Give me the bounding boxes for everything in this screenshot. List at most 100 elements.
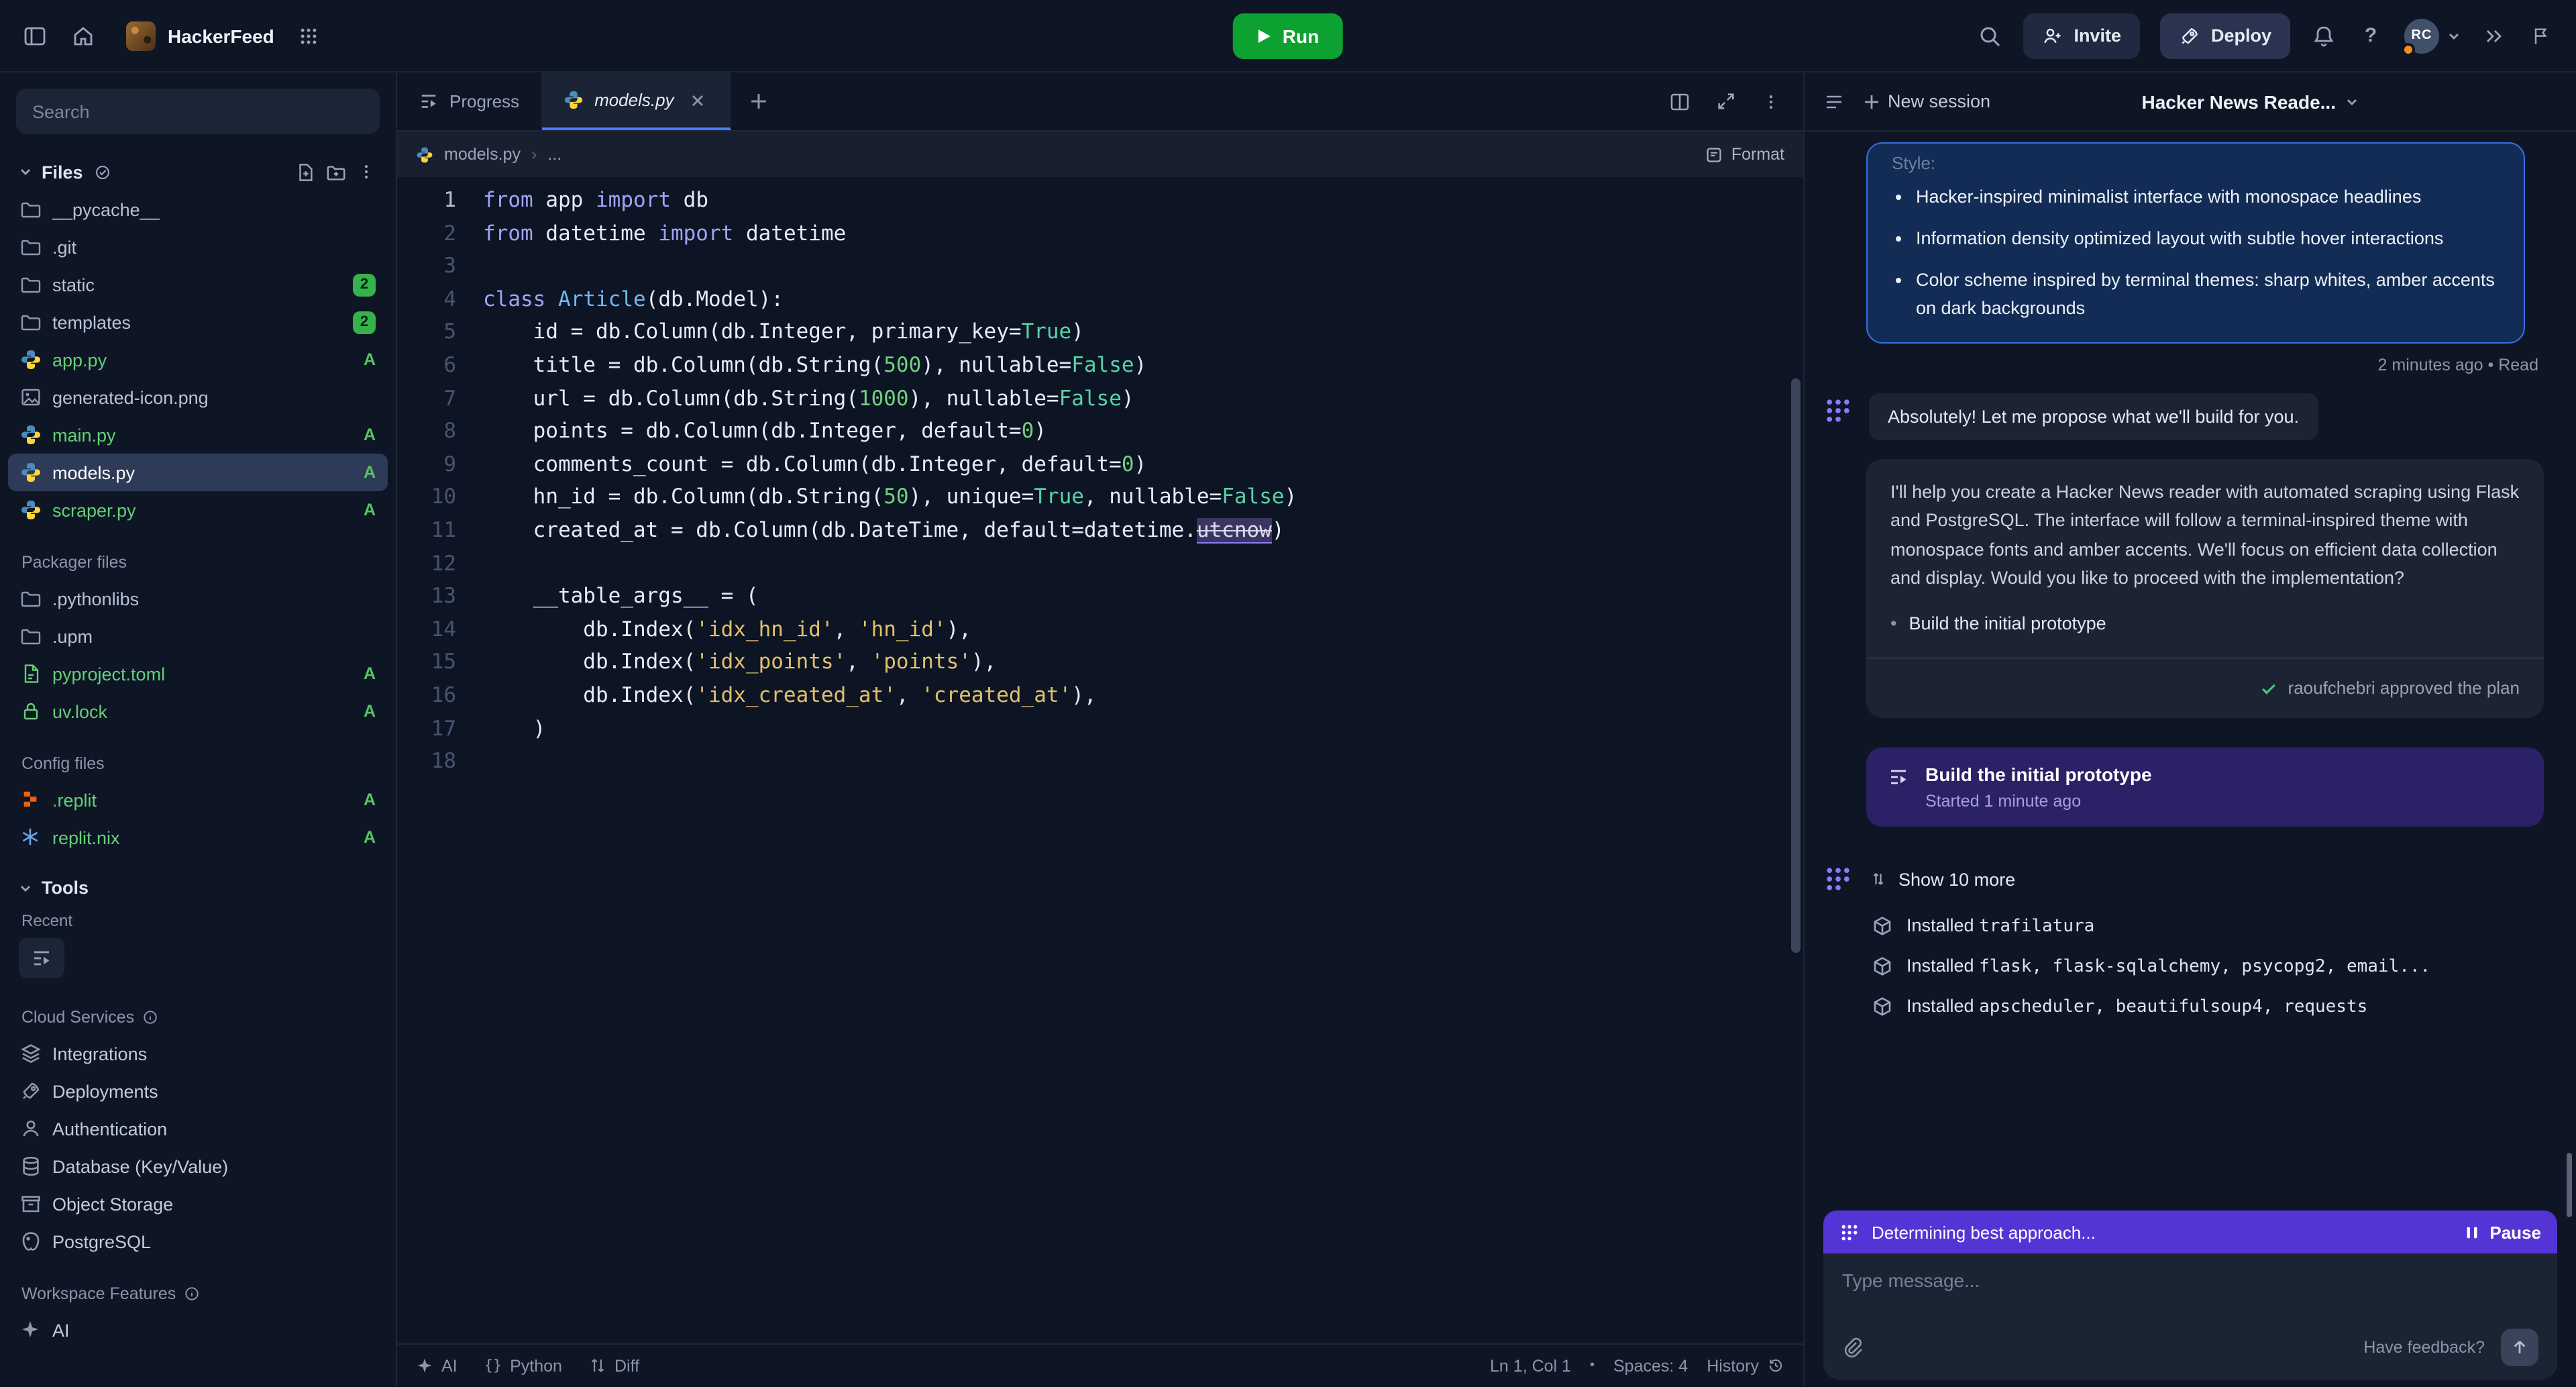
history-icon <box>1767 1357 1784 1374</box>
help-icon[interactable]: ? <box>2357 22 2384 49</box>
agent-header: New session Hacker News Reade... <box>1805 72 2576 132</box>
recent-progress-tool[interactable] <box>19 938 64 978</box>
home-icon[interactable] <box>70 22 97 49</box>
chat-scrollbar[interactable] <box>2567 1153 2572 1217</box>
cursor-position[interactable]: Ln 1, Col 1 <box>1490 1356 1571 1375</box>
project-switcher[interactable]: HackerFeed <box>126 21 274 50</box>
editor-kebab-icon[interactable] <box>1760 91 1782 112</box>
file-row[interactable]: models.py A <box>8 454 388 491</box>
file-row[interactable]: templates 2 <box>8 303 388 341</box>
rocket-icon <box>2179 25 2200 46</box>
project-name: HackerFeed <box>168 25 274 46</box>
chevron-down-icon[interactable] <box>19 165 32 178</box>
config-files-header: Config files <box>0 730 396 781</box>
attachment-icon[interactable] <box>1842 1337 1864 1358</box>
chevrons-right-icon[interactable] <box>2481 22 2508 49</box>
file-row[interactable]: scraper.py A <box>8 491 388 529</box>
history-button[interactable]: History <box>1707 1356 1784 1375</box>
sidebar-tool-item[interactable]: AI <box>8 1311 388 1349</box>
package-icon <box>1872 956 1893 978</box>
recent-label: Recent <box>0 903 396 935</box>
sidebar-tool-item[interactable]: Deployments <box>8 1072 388 1110</box>
apps-grid-icon[interactable] <box>296 22 323 49</box>
breadcrumb-file[interactable]: models.py <box>444 145 521 164</box>
file-row[interactable]: uv.lock A <box>8 692 388 730</box>
new-folder-icon[interactable] <box>325 161 346 183</box>
task-card[interactable]: Build the initial prototype Started 1 mi… <box>1866 748 2544 827</box>
format-button[interactable]: Format <box>1706 145 1784 164</box>
statusbar-diff[interactable]: Diff <box>589 1356 639 1375</box>
file-row[interactable]: static 2 <box>8 266 388 303</box>
statusbar-ai[interactable]: AI <box>416 1356 458 1375</box>
tab-progress[interactable]: Progress <box>397 72 542 130</box>
python-icon <box>20 349 42 370</box>
close-tab-icon[interactable] <box>688 89 709 111</box>
sidebar-tool-item[interactable]: Object Storage <box>8 1185 388 1223</box>
new-file-icon[interactable] <box>294 161 315 183</box>
watch-files-icon[interactable] <box>93 161 114 183</box>
session-title-dropdown[interactable]: Hacker News Reade... <box>2142 91 2359 112</box>
database-icon <box>20 1155 42 1177</box>
info-icon <box>184 1286 200 1302</box>
git-status-badge: A <box>364 702 376 721</box>
authentication-icon <box>20 1118 42 1139</box>
sidebar-tool-item[interactable]: PostgreSQL <box>8 1223 388 1260</box>
search-input[interactable] <box>16 89 380 134</box>
file-row[interactable]: .replit A <box>8 781 388 819</box>
statusbar-language[interactable]: {} Python <box>484 1356 562 1375</box>
code-lines: from app import dbfrom datetime import d… <box>483 184 1803 1343</box>
agent-avatar-icon <box>1821 393 1856 427</box>
show-more-label: Show 10 more <box>1898 870 2015 890</box>
file-row[interactable]: .pythonlibs <box>8 580 388 617</box>
editor-scrollbar[interactable] <box>1791 378 1801 953</box>
tools-section-header[interactable]: Tools <box>0 856 396 903</box>
breadcrumb-more[interactable]: ... <box>547 145 561 164</box>
new-session-button[interactable]: New session <box>1864 91 1990 111</box>
sidebar-tool-item[interactable]: Database (Key/Value) <box>8 1147 388 1185</box>
avatar: RC <box>2404 18 2439 53</box>
storage-icon <box>20 1193 42 1215</box>
flag-icon[interactable] <box>2528 22 2555 49</box>
file-row[interactable]: replit.nix A <box>8 819 388 856</box>
tab-models-py[interactable]: models.py <box>542 72 732 130</box>
invite-button[interactable]: Invite <box>2023 13 2140 58</box>
file-row[interactable]: generated-icon.png <box>8 378 388 416</box>
new-tab-icon[interactable] <box>732 72 786 130</box>
search-icon[interactable] <box>1976 22 2002 49</box>
file-row[interactable]: .git <box>8 228 388 266</box>
file-sidebar: Files __pycache__ .git <box>0 72 397 1386</box>
python-icon <box>416 146 433 163</box>
expand-vertical-icon <box>1869 870 1888 889</box>
kebab-menu-icon[interactable] <box>356 161 377 183</box>
progress-icon <box>31 947 52 969</box>
file-row[interactable]: .upm <box>8 617 388 655</box>
file-row[interactable]: app.py A <box>8 341 388 378</box>
chat-scroll-area[interactable]: Style: Hacker-inspired minimalist interf… <box>1805 132 2576 1197</box>
sidebar-toggle-icon[interactable] <box>21 22 48 49</box>
tab-bar: Progress models.py <box>397 72 1803 132</box>
sidebar-tool-item[interactable]: Integrations <box>8 1035 388 1072</box>
expand-icon[interactable] <box>1715 91 1736 112</box>
code-editor[interactable]: 123456789101112131415161718 from app imp… <box>397 177 1803 1343</box>
top-bar: HackerFeed Run Invite Deploy ? RC <box>0 0 2576 72</box>
file-row[interactable]: pyproject.toml A <box>8 655 388 692</box>
send-button[interactable] <box>2501 1329 2538 1366</box>
deploy-button[interactable]: Deploy <box>2160 13 2290 58</box>
notifications-bell-icon[interactable] <box>2310 22 2337 49</box>
file-row[interactable]: __pycache__ <box>8 191 388 228</box>
run-button[interactable]: Run <box>1233 13 1343 59</box>
split-view-icon[interactable] <box>1669 91 1690 112</box>
indentation-setting[interactable]: Spaces: 4 <box>1613 1356 1688 1375</box>
progress-icon <box>419 91 439 111</box>
session-list-icon[interactable] <box>1823 91 1845 112</box>
show-more-row[interactable]: Show 10 more <box>1821 862 2544 897</box>
git-status-badge: A <box>364 350 376 369</box>
breadcrumb-separator: › <box>531 145 537 164</box>
feedback-link[interactable]: Have feedback? <box>2363 1338 2485 1357</box>
account-menu[interactable]: RC <box>2404 18 2461 53</box>
style-bullet: Information density optimized layout wit… <box>1916 225 2500 254</box>
message-input-box[interactable]: Type message... Have feedback? <box>1823 1253 2557 1380</box>
pause-button[interactable]: Pause <box>2463 1222 2541 1242</box>
sidebar-tool-item[interactable]: Authentication <box>8 1110 388 1147</box>
file-row[interactable]: main.py A <box>8 416 388 454</box>
